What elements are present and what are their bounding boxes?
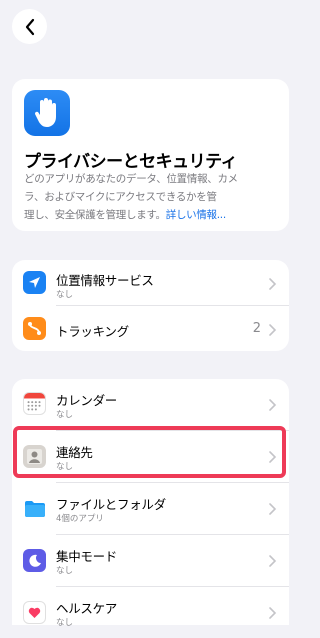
row-title: ファイルとフォルダ bbox=[56, 497, 166, 512]
learn-more-link[interactable]: 詳しい情報... bbox=[166, 209, 226, 221]
chevron-right-icon bbox=[269, 607, 277, 619]
app-permissions-group: カレンダー なし 連絡先 なし ファイルとフォルダ 4個のアプリ 集中モード な… bbox=[12, 379, 289, 628]
page-description: どのアプリがあなたのデータ、位置情報、カメ ラ、およびマイクにアクセスできるかを… bbox=[24, 173, 238, 221]
highlight-box bbox=[13, 426, 286, 478]
row-focus[interactable]: 集中モード なし bbox=[12, 535, 289, 586]
row-calendar[interactable]: カレンダー なし bbox=[12, 379, 289, 430]
raised-hand-icon bbox=[24, 90, 70, 136]
row-title: トラッキング bbox=[56, 324, 129, 339]
tracking-count: 2 bbox=[252, 321, 261, 336]
row-title: ヘルスケア bbox=[56, 601, 118, 616]
privacy-header-card: プライバシーとセキュリティ どのアプリがあなたのデータ、位置情報、カメ ラ、およ… bbox=[12, 79, 289, 231]
location-tracking-group: 位置情報サービス なし トラッキング 2 bbox=[12, 260, 289, 351]
page-title: プライバシーとセキュリティ bbox=[24, 152, 238, 172]
chevron-right-icon bbox=[269, 555, 277, 567]
chevron-right-icon bbox=[269, 278, 277, 290]
chevron-right-icon bbox=[269, 324, 277, 336]
row-health[interactable]: ヘルスケア なし bbox=[12, 587, 289, 638]
row-title: 位置情報サービス bbox=[56, 273, 154, 288]
row-subtitle: なし bbox=[56, 410, 74, 420]
heart-icon bbox=[23, 601, 46, 624]
chevron-left-icon bbox=[25, 18, 34, 35]
row-tracking[interactable]: トラッキング 2 bbox=[12, 306, 289, 351]
chevron-right-icon bbox=[269, 399, 277, 411]
row-title: カレンダー bbox=[56, 393, 118, 408]
row-subtitle: 4個のアプリ bbox=[56, 514, 104, 524]
moon-icon bbox=[23, 549, 46, 572]
row-subtitle: なし bbox=[56, 566, 74, 576]
row-subtitle: なし bbox=[56, 290, 74, 300]
folder-icon bbox=[23, 497, 46, 520]
calendar-icon bbox=[23, 392, 46, 415]
location-arrow-icon bbox=[23, 271, 46, 294]
row-title: 集中モード bbox=[56, 549, 118, 564]
chevron-right-icon bbox=[269, 503, 277, 515]
row-subtitle: なし bbox=[56, 618, 74, 628]
row-files-folders[interactable]: ファイルとフォルダ 4個のアプリ bbox=[12, 483, 289, 534]
tracking-icon bbox=[23, 317, 46, 340]
row-location-services[interactable]: 位置情報サービス なし bbox=[12, 260, 289, 305]
back-button[interactable] bbox=[12, 9, 47, 44]
